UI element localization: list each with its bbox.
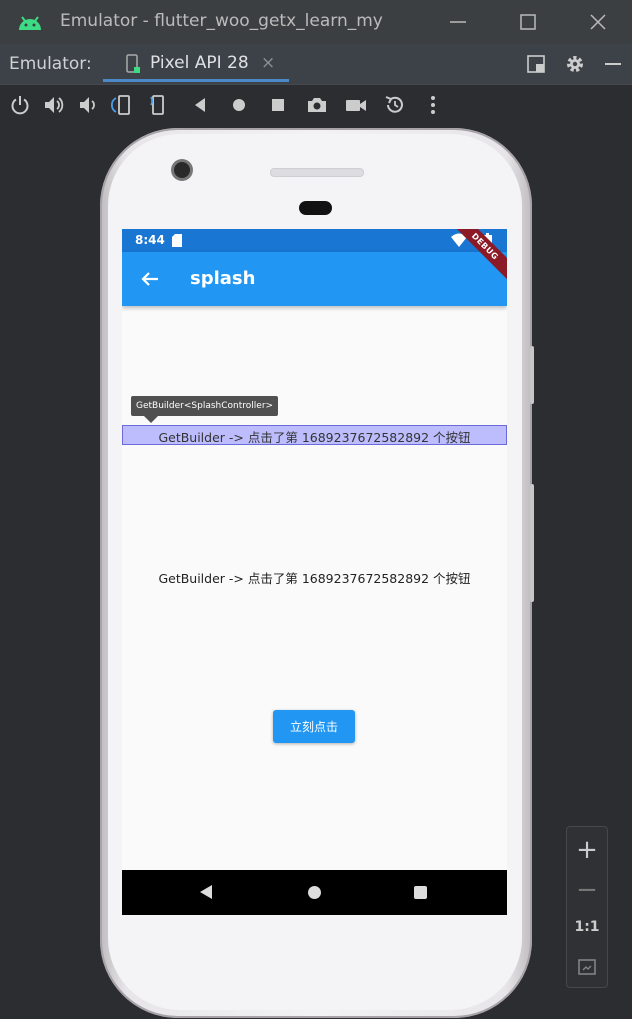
- highlighted-counter-text: GetBuilder -> 点击了第 1689237672582892 个按钮: [158, 430, 471, 445]
- device-screen[interactable]: 8:44 splash DEBUG GetBuilder<SplashContr…: [122, 229, 507, 915]
- window-title-bar: Emulator - flutter_woo_getx_learn_my: [0, 0, 632, 44]
- proximity-sensor: [299, 201, 332, 215]
- sd-card-icon: [172, 234, 182, 247]
- tab-label: Pixel API 28: [150, 53, 249, 73]
- nav-home-icon[interactable]: [308, 886, 321, 899]
- snapshot-icon[interactable]: [383, 93, 407, 117]
- arrow-back-icon[interactable]: [138, 267, 162, 291]
- app-title: splash: [190, 268, 256, 289]
- close-icon[interactable]: [584, 8, 612, 36]
- zoom-actual-size-button[interactable]: 1:1: [567, 919, 607, 935]
- tab-pixel-api-28[interactable]: Pixel API 28 ×: [103, 44, 289, 84]
- zoom-in-button[interactable]: +: [567, 835, 607, 865]
- volume-key[interactable]: [530, 346, 534, 404]
- power-icon[interactable]: [8, 93, 32, 117]
- hide-panel-icon[interactable]: [601, 52, 625, 76]
- minimize-icon[interactable]: [444, 8, 472, 36]
- emulator-toolbar: [0, 84, 632, 127]
- status-bar: 8:44: [122, 229, 507, 252]
- window-title: Emulator - flutter_woo_getx_learn_my: [60, 11, 383, 31]
- nav-back-icon[interactable]: [200, 885, 212, 899]
- maximize-icon[interactable]: [514, 8, 542, 36]
- earpiece-speaker: [270, 168, 364, 177]
- android-icon: [19, 16, 41, 30]
- volume-up-icon[interactable]: [42, 93, 66, 117]
- gear-icon[interactable]: [563, 52, 587, 76]
- nav-recents-icon[interactable]: [414, 886, 427, 899]
- emulator-label: Emulator:: [9, 54, 92, 74]
- screen-record-icon[interactable]: [344, 93, 368, 117]
- tooltip-arrow: [144, 416, 158, 423]
- layout-icon[interactable]: [524, 52, 548, 76]
- zoom-controls: + − 1:1: [566, 826, 608, 988]
- app-bar: splash: [122, 252, 507, 306]
- tab-close-icon[interactable]: ×: [261, 53, 275, 73]
- widget-inspector-tooltip: GetBuilder<SplashController>: [131, 396, 279, 416]
- counter-text: GetBuilder -> 点击了第 1689237672582892 个按钮: [158, 571, 471, 586]
- phone-device-icon: [126, 54, 140, 73]
- home-icon[interactable]: [227, 93, 251, 117]
- zoom-out-button[interactable]: −: [567, 875, 607, 905]
- emulator-tab-bar: Emulator: Pixel API 28 ×: [0, 44, 632, 84]
- front-camera: [174, 162, 190, 178]
- volume-down-icon[interactable]: [76, 93, 100, 117]
- status-time: 8:44: [135, 233, 165, 247]
- back-icon[interactable]: [188, 93, 212, 117]
- tab-active-indicator: [103, 79, 289, 82]
- fit-screen-icon[interactable]: [577, 957, 597, 977]
- rotate-left-icon[interactable]: [110, 93, 134, 117]
- click-now-button[interactable]: 立刻点击: [273, 710, 355, 743]
- side-key[interactable]: [530, 484, 534, 602]
- overview-icon[interactable]: [266, 93, 290, 117]
- system-nav-bar: [122, 870, 507, 915]
- screenshot-icon[interactable]: [305, 93, 329, 117]
- more-icon[interactable]: [421, 93, 445, 117]
- rotate-right-icon[interactable]: [148, 93, 172, 117]
